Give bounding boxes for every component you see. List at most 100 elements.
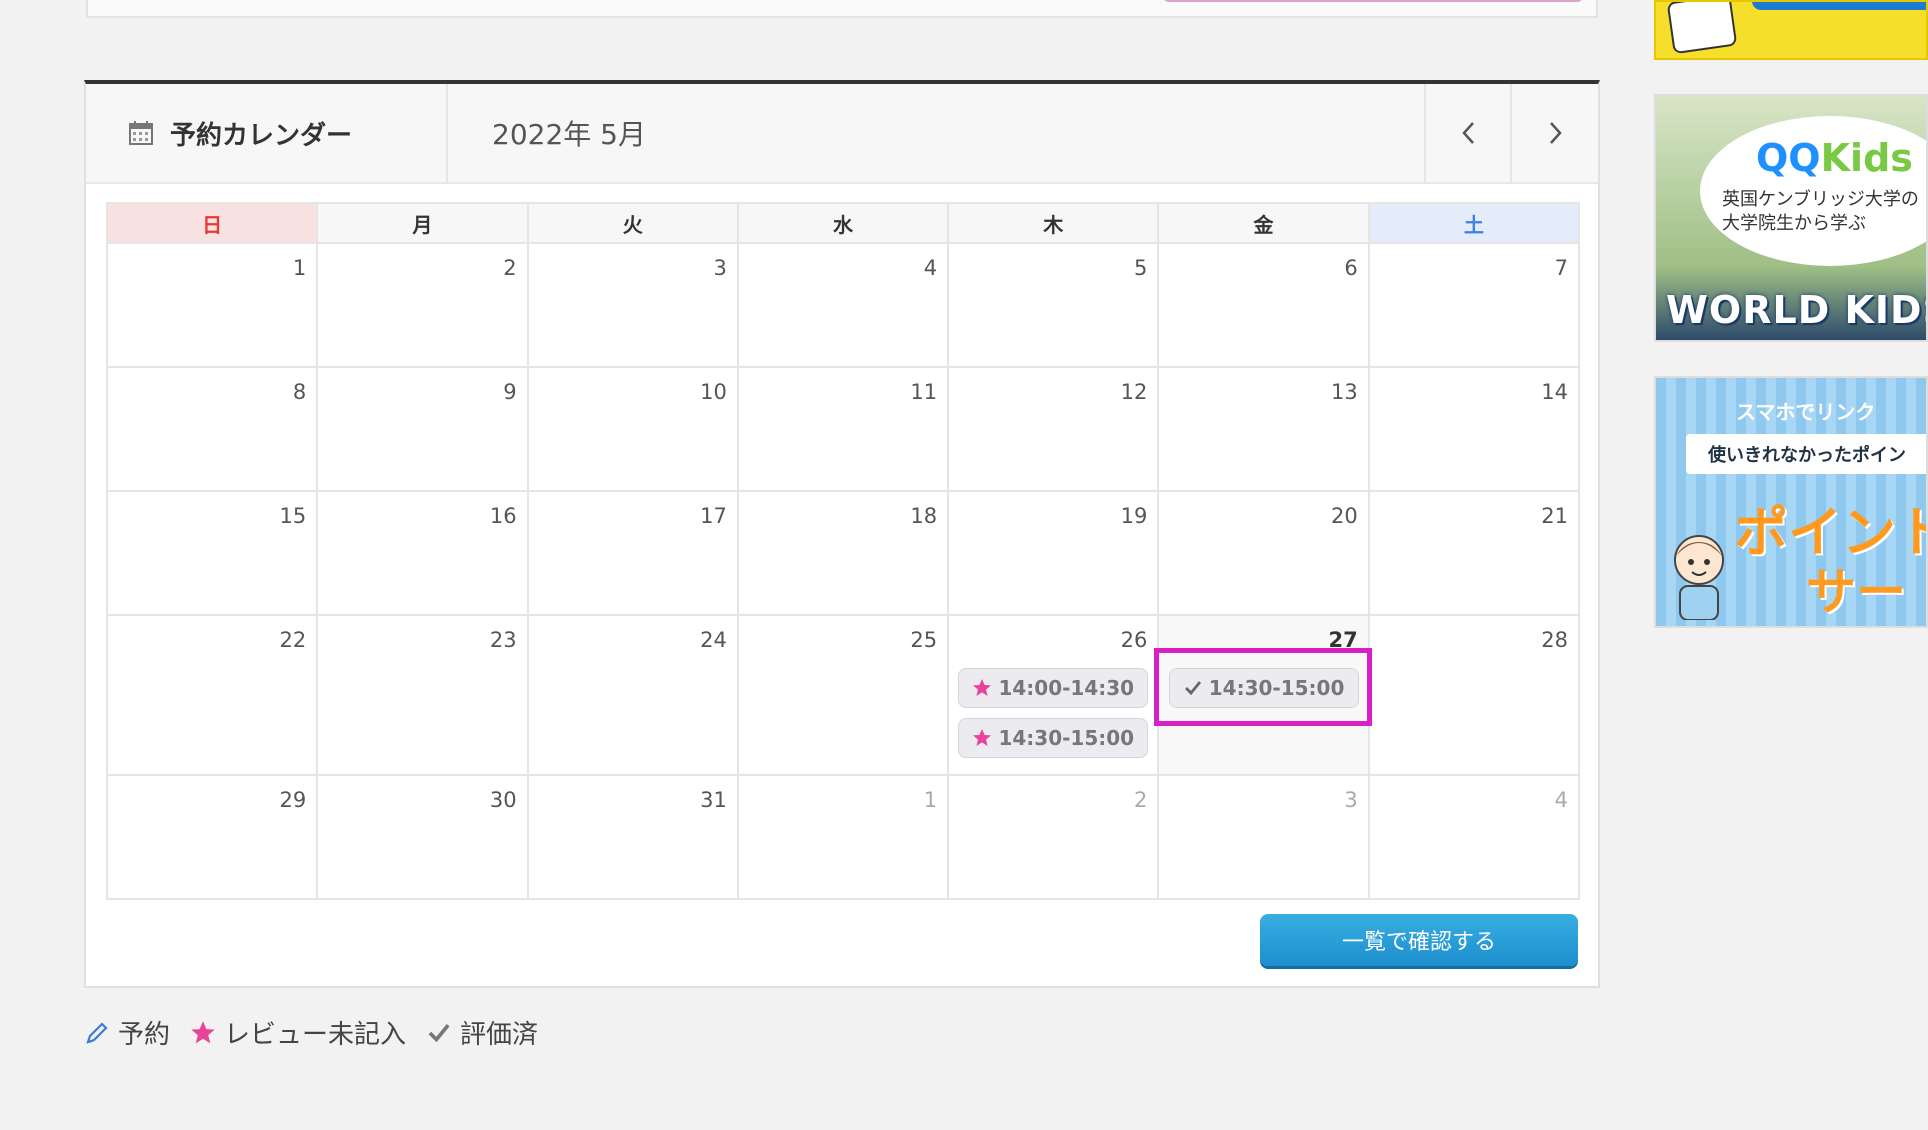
day-cell[interactable]: 1 bbox=[105, 242, 319, 368]
day-cell[interactable]: 3 bbox=[526, 242, 739, 368]
previous-panel-bottom bbox=[86, 0, 1598, 18]
chevron-right-icon bbox=[1550, 122, 1562, 144]
day-number: 27 bbox=[1328, 628, 1358, 652]
day-cell[interactable]: 7 bbox=[1367, 242, 1581, 368]
day-number: 2 bbox=[503, 256, 517, 280]
slot-rated[interactable]: 14:30-15:00 bbox=[1168, 668, 1359, 708]
slot-review-pending[interactable]: 14:00-14:30 bbox=[958, 668, 1149, 708]
ad-banner-points[interactable]: スマホでリンク 使いきれなかったポイン ポイント サー bbox=[1654, 376, 1928, 628]
legend-reserve-label: 予約 bbox=[118, 1020, 171, 1050]
weekday-friday: 金 bbox=[1157, 202, 1370, 244]
ad-subtitle: 英国ケンブリッジ大学の 大学院生から学ぶ bbox=[1722, 189, 1919, 234]
day-cell[interactable]: 9 bbox=[316, 366, 529, 492]
day-number: 18 bbox=[910, 504, 938, 528]
day-number: 17 bbox=[700, 504, 727, 528]
week-row-3: 15 16 17 18 19 20 21 bbox=[105, 490, 1581, 616]
day-cell[interactable]: 11 bbox=[736, 366, 950, 492]
day-cell-next-month[interactable]: 3 bbox=[1157, 774, 1370, 900]
day-number: 13 bbox=[1330, 380, 1358, 404]
ad-banner-top[interactable] bbox=[1654, 0, 1928, 60]
ad-banner-qqkids[interactable]: QQKids 英国ケンブリッジ大学の 大学院生から学ぶ WORLD KIDS C bbox=[1654, 94, 1928, 342]
check-icon bbox=[428, 1023, 450, 1042]
day-cell[interactable]: 5 bbox=[947, 242, 1160, 368]
day-number: 9 bbox=[503, 380, 517, 404]
legend-review-pending-label: レビュー未記入 bbox=[224, 1020, 407, 1050]
day-cell[interactable]: 18 bbox=[736, 490, 950, 616]
reservation-calendar-panel: 予約カレンダー 2022年 5月 日 月 火 水 木 金 土 1 2 3 4 5… bbox=[84, 80, 1600, 988]
star-icon bbox=[973, 679, 992, 696]
day-number: 11 bbox=[910, 380, 938, 404]
ad-banner-top-bar bbox=[1752, 2, 1926, 10]
day-number: 3 bbox=[1344, 788, 1358, 812]
pencil-icon bbox=[86, 1021, 108, 1044]
day-cell[interactable]: 12 bbox=[947, 366, 1160, 492]
day-cell[interactable]: 6 bbox=[1157, 242, 1370, 368]
day-cell[interactable]: 21 bbox=[1367, 490, 1581, 616]
slot-review-pending[interactable]: 14:30-15:00 bbox=[958, 718, 1149, 758]
day-number: 10 bbox=[700, 380, 727, 404]
day-cell[interactable]: 2 bbox=[316, 242, 529, 368]
day-cell[interactable]: 25 bbox=[736, 614, 950, 776]
day-number: 15 bbox=[279, 504, 307, 528]
day-cell[interactable]: 30 bbox=[316, 774, 529, 900]
ad-brand: QQKids bbox=[1756, 136, 1913, 180]
day-cell[interactable]: 19 bbox=[947, 490, 1160, 616]
star-icon bbox=[973, 729, 992, 746]
day-cell[interactable]: 8 bbox=[105, 366, 319, 492]
check-icon bbox=[1184, 681, 1201, 696]
day-number: 1 bbox=[923, 788, 938, 812]
day-cell[interactable]: 16 bbox=[316, 490, 529, 616]
day-number: 25 bbox=[910, 628, 938, 652]
legend: 予約 レビュー未記入 評価済 bbox=[84, 1014, 558, 1051]
day-cell[interactable]: 10 bbox=[526, 366, 739, 492]
day-number: 19 bbox=[1120, 504, 1148, 528]
day-cell[interactable]: 28 bbox=[1367, 614, 1581, 776]
week-row-2: 8 9 10 11 12 13 14 bbox=[105, 366, 1581, 492]
day-cell-next-month[interactable]: 2 bbox=[947, 774, 1160, 900]
calendar-title: 予約カレンダー bbox=[86, 84, 448, 182]
week-row-1: 1 2 3 4 5 6 7 bbox=[105, 242, 1581, 368]
previous-panel-button-edge bbox=[1163, 0, 1583, 2]
day-number: 4 bbox=[1554, 788, 1568, 812]
day-number: 6 bbox=[1344, 256, 1358, 280]
calendar-icon bbox=[128, 120, 154, 146]
weekday-thursday: 木 bbox=[947, 202, 1160, 244]
prev-month-button[interactable] bbox=[1424, 84, 1512, 182]
day-cell[interactable]: 15 bbox=[105, 490, 319, 616]
day-cell[interactable]: 14 bbox=[1367, 366, 1581, 492]
next-month-button[interactable] bbox=[1510, 84, 1598, 182]
day-number: 1 bbox=[292, 256, 307, 280]
week-row-5: 29 30 31 1 2 3 4 bbox=[105, 774, 1581, 900]
legend-review-pending: レビュー未記入 bbox=[190, 1014, 406, 1051]
weekday-monday: 月 bbox=[316, 202, 529, 244]
star-icon bbox=[191, 1020, 215, 1043]
day-cell-26[interactable]: 26 14:00-14:30 14:30-15:00 bbox=[947, 614, 1160, 776]
day-cell[interactable]: 22 bbox=[105, 614, 319, 776]
day-cell[interactable]: 4 bbox=[736, 242, 950, 368]
day-cell-today-27[interactable]: 27 14:30-15:00 bbox=[1157, 614, 1370, 776]
day-cell-next-month[interactable]: 1 bbox=[736, 774, 950, 900]
weekday-sunday: 日 bbox=[105, 202, 319, 244]
day-number: 29 bbox=[279, 788, 307, 812]
child-illustration-icon bbox=[1674, 535, 1724, 620]
day-number: 14 bbox=[1541, 380, 1568, 404]
day-cell[interactable]: 29 bbox=[105, 774, 319, 900]
weekday-header-row: 日 月 火 水 木 金 土 bbox=[105, 202, 1581, 244]
calendar-header: 予約カレンダー 2022年 5月 bbox=[86, 84, 1598, 184]
calendar-grid: 日 月 火 水 木 金 土 1 2 3 4 5 6 7 8 9 10 11 12… bbox=[105, 202, 1581, 900]
day-number: 30 bbox=[489, 788, 517, 812]
day-number: 2 bbox=[1134, 788, 1148, 812]
day-cell-next-month[interactable]: 4 bbox=[1367, 774, 1581, 900]
day-cell[interactable]: 24 bbox=[526, 614, 739, 776]
day-cell[interactable]: 23 bbox=[316, 614, 529, 776]
day-cell[interactable]: 13 bbox=[1157, 366, 1370, 492]
day-cell[interactable]: 17 bbox=[526, 490, 739, 616]
calendar-title-text: 予約カレンダー bbox=[170, 120, 353, 151]
day-cell[interactable]: 31 bbox=[526, 774, 739, 900]
ad-brand-qq: QQ bbox=[1756, 136, 1821, 180]
day-cell[interactable]: 20 bbox=[1157, 490, 1370, 616]
view-list-button[interactable]: 一覧で確認する bbox=[1260, 914, 1578, 966]
day-number: 20 bbox=[1330, 504, 1358, 528]
legend-reserve: 予約 bbox=[84, 1014, 170, 1051]
weekday-wednesday: 水 bbox=[736, 202, 950, 244]
